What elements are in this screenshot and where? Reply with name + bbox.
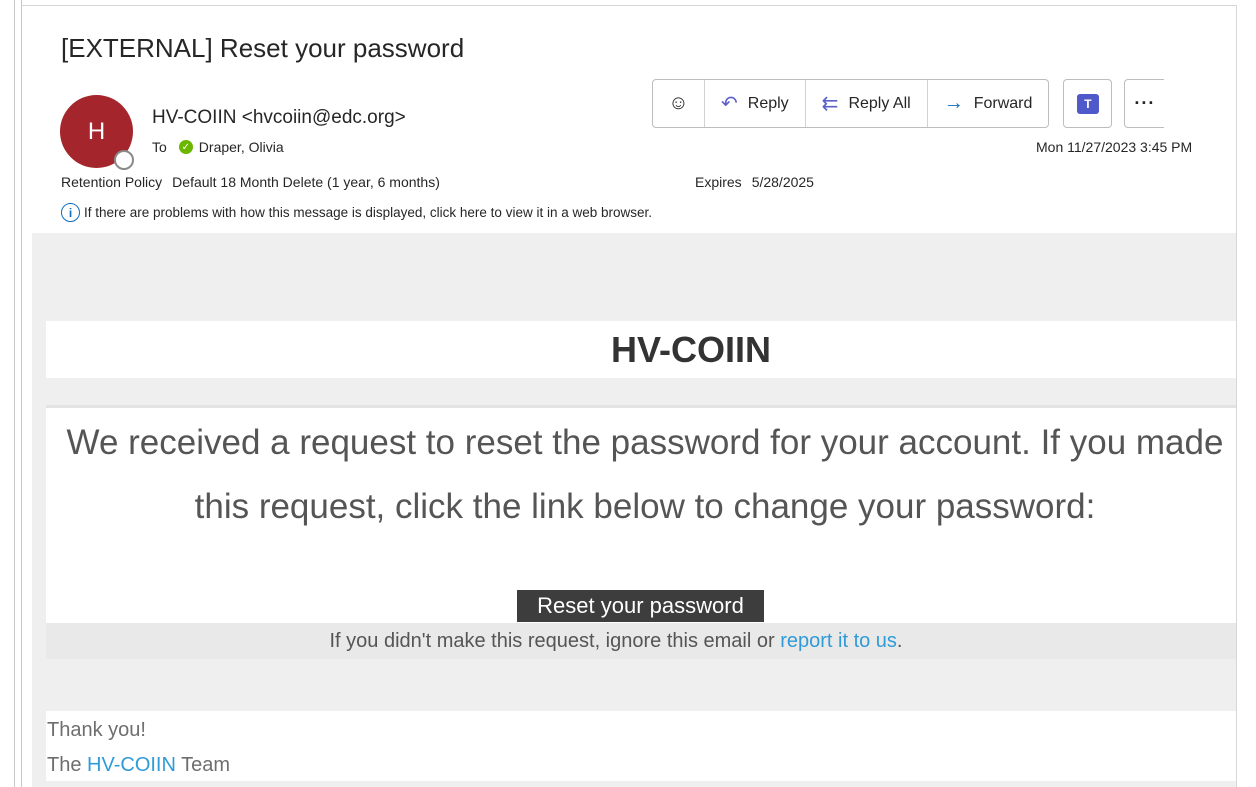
retention-policy: Retention Policy Default 18 Month Delete … [61, 174, 440, 190]
brand-header: HV-COIIN [46, 321, 1236, 378]
reset-password-link[interactable]: Reset your password [517, 590, 764, 622]
ignore-prefix: If you didn't make this request, ignore … [329, 630, 781, 652]
expires-label: Expires [695, 174, 742, 190]
recipient-line: To ✓ Draper, Olivia [152, 139, 284, 155]
frame-right-border [1236, 5, 1237, 787]
message-subject: [EXTERNAL] Reset your password [61, 33, 465, 63]
retention-label: Retention Policy [61, 174, 163, 190]
forward-label: Forward [973, 94, 1033, 112]
reply-all-label: Reply All [848, 94, 911, 112]
avatar-initial: H [87, 117, 106, 145]
frame-top-border [22, 5, 1236, 6]
view-in-browser-notice[interactable]: i If there are problems with how this me… [61, 203, 652, 222]
react-button[interactable]: ☺ [653, 80, 705, 127]
recipient-name[interactable]: Draper, Olivia [199, 139, 284, 155]
team-prefix: The [47, 754, 88, 776]
teams-icon: T [1076, 93, 1099, 114]
expires-value: 5/28/2025 [751, 174, 814, 190]
more-actions-button[interactable]: ··· [1124, 79, 1165, 128]
more-icon: ··· [1134, 93, 1156, 113]
reply-icon: ↶ [721, 93, 738, 115]
reading-pane-splitter[interactable] [14, 0, 22, 787]
presence-status-icon [114, 150, 134, 170]
report-link[interactable]: report it to us [780, 630, 897, 652]
team-suffix: Team [175, 754, 231, 776]
team-signature: The HV-COIIN Team [47, 754, 230, 777]
retention-value: Default 18 Month Delete (1 year, 6 month… [172, 174, 440, 190]
main-message-text: We received a request to reset the passw… [66, 423, 1224, 526]
team-link[interactable]: HV-COIIN [87, 754, 176, 776]
expiry-info: Expires 5/28/2025 [695, 174, 814, 190]
reply-button[interactable]: ↶ Reply [705, 80, 806, 127]
ignore-notice: If you didn't make this request, ignore … [46, 630, 1236, 653]
forward-icon: → [943, 92, 964, 114]
sender-address[interactable]: HV-COIIN <hvcoiin@edc.org> [152, 107, 406, 129]
message-date: Mon 11/27/2023 3:45 PM [1036, 139, 1193, 155]
check-icon: ✓ [178, 140, 193, 154]
thanks-text: Thank you! [47, 719, 146, 741]
reply-all-button[interactable]: ⇇ Reply All [806, 80, 928, 127]
reply-all-icon: ⇇ [821, 93, 839, 115]
info-text: If there are problems with how this mess… [84, 205, 653, 220]
emoji-icon: ☺ [668, 92, 689, 114]
brand-title: HV-COIIN [610, 328, 771, 370]
teams-button[interactable]: T [1063, 79, 1113, 128]
message-toolbar: ☺ ↶ Reply ⇇ Reply All → Forward T ··· [652, 79, 1165, 128]
to-label: To [152, 139, 167, 155]
ignore-suffix: . [896, 630, 903, 652]
action-button-group: ☺ ↶ Reply ⇇ Reply All → Forward [652, 79, 1050, 128]
forward-button[interactable]: → Forward [928, 80, 1049, 127]
info-icon: i [61, 203, 80, 222]
reply-label: Reply [747, 94, 789, 112]
